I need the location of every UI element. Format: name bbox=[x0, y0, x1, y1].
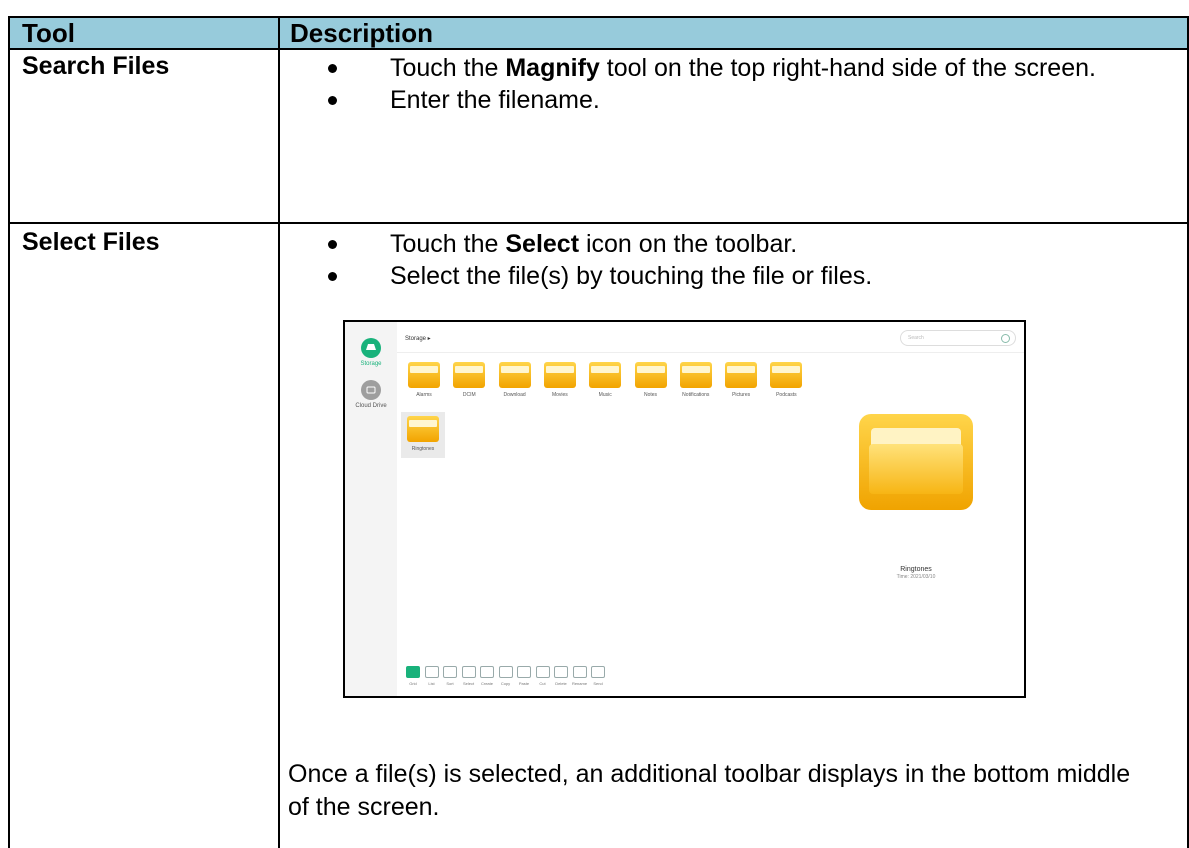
toolbar-copy-button[interactable]: Copy bbox=[496, 666, 516, 686]
folder-label: Notes bbox=[643, 392, 658, 398]
create-icon bbox=[480, 666, 494, 678]
list-item: Enter the filename. bbox=[328, 84, 1096, 116]
toolbar-select-button[interactable]: Select bbox=[459, 666, 479, 686]
bullet-list: Touch the Magnify tool on the top right-… bbox=[328, 52, 1096, 116]
toolbar-rename-button[interactable]: Rename bbox=[570, 666, 590, 686]
folder-label: Movies bbox=[551, 392, 568, 398]
folder-icon bbox=[408, 362, 440, 388]
folder-item[interactable]: Notes bbox=[632, 362, 670, 398]
selection-note: Once a file(s) is selected, an additiona… bbox=[288, 760, 1131, 821]
preview-time: Time: 2021/03/10 bbox=[896, 574, 936, 580]
toolbar-label: Paste bbox=[518, 681, 530, 686]
toolbar-send-button[interactable]: Send bbox=[588, 666, 608, 686]
list-icon bbox=[424, 666, 439, 678]
folder-icon bbox=[679, 362, 712, 388]
column-divider bbox=[278, 18, 280, 848]
table-header-row: Tool Description bbox=[10, 18, 1187, 50]
sort-icon bbox=[443, 666, 457, 678]
paste-icon bbox=[517, 666, 531, 678]
toolbar-label: Create bbox=[480, 681, 493, 686]
folder-label: Music bbox=[598, 392, 612, 398]
select-icon bbox=[461, 666, 476, 678]
rename-icon bbox=[572, 666, 587, 678]
toolbar-label: Select bbox=[462, 681, 475, 686]
tool-name: Search Files bbox=[22, 52, 170, 80]
list-item: Touch the Magnify tool on the top right-… bbox=[328, 52, 1096, 84]
cloud-drive-icon bbox=[361, 380, 381, 400]
send-icon bbox=[591, 666, 605, 678]
folder-icon bbox=[725, 362, 758, 388]
sidebar: Storage Cloud Drive bbox=[345, 322, 397, 696]
folder-icon bbox=[634, 362, 667, 388]
preview-name: Ringtones bbox=[900, 566, 932, 573]
folder-preview-icon bbox=[859, 414, 973, 510]
toolbar-label: Delete bbox=[555, 681, 567, 686]
folder-label: Download bbox=[503, 392, 526, 398]
grid-icon bbox=[406, 666, 420, 678]
header-tool: Tool bbox=[22, 18, 75, 48]
toolbar-label: Rename bbox=[571, 681, 588, 686]
folder-item[interactable]: Movies bbox=[541, 362, 579, 398]
list-item: Select the file(s) by touching the file … bbox=[328, 260, 872, 292]
folder-label: Podcasts bbox=[776, 392, 797, 398]
list-item: Touch the Select icon on the toolbar. bbox=[328, 228, 872, 260]
folder-icon bbox=[407, 416, 439, 442]
toolbar-grid-button[interactable]: Grid bbox=[403, 666, 423, 686]
sidebar-item-cloud-drive[interactable]: Cloud Drive bbox=[345, 380, 397, 409]
cut-icon bbox=[535, 666, 550, 678]
sidebar-item-storage[interactable]: Storage bbox=[345, 338, 397, 367]
toolbar-label: List bbox=[428, 681, 435, 686]
toolbar-cut-button[interactable]: Cut bbox=[533, 666, 553, 686]
folder-item[interactable]: Pictures bbox=[722, 362, 760, 398]
toolbar-label: Cut bbox=[539, 681, 546, 686]
toolbar-label: Send bbox=[593, 681, 603, 686]
folder-item[interactable]: Music bbox=[586, 362, 624, 398]
bottom-toolbar: Grid List Sort Select Create Copy Paste Cut Dele… bbox=[397, 660, 1024, 696]
folder-item[interactable]: Ringtones bbox=[401, 412, 445, 458]
folder-item[interactable]: Alarms bbox=[405, 362, 443, 398]
folder-label: DCIM bbox=[462, 392, 476, 398]
search-icon[interactable] bbox=[1001, 334, 1010, 343]
folder-icon bbox=[543, 362, 576, 388]
folder-label: Pictures bbox=[732, 392, 751, 398]
breadcrumb[interactable]: Storage ▸ bbox=[405, 335, 431, 342]
folder-icon bbox=[589, 362, 622, 388]
divider bbox=[397, 352, 1024, 353]
file-manager-screenshot: Storage Cloud Drive Storage ▸ Search Ala… bbox=[343, 320, 1026, 698]
folder-label: Ringtones bbox=[411, 446, 435, 452]
toolbar-paste-button[interactable]: Paste bbox=[514, 666, 534, 686]
toolbar-delete-button[interactable]: Delete bbox=[551, 666, 571, 686]
folder-icon bbox=[498, 362, 531, 388]
folder-item[interactable]: DCIM bbox=[450, 362, 488, 398]
toolbar-label: Copy bbox=[500, 681, 511, 686]
tool-name: Select Files bbox=[22, 228, 160, 256]
folder-label: Alarms bbox=[416, 392, 432, 398]
folder-item[interactable]: Notifications bbox=[677, 362, 715, 398]
folder-item[interactable]: Podcasts bbox=[767, 362, 805, 398]
copy-icon bbox=[498, 666, 513, 678]
toolbar-label: Sort bbox=[446, 681, 454, 686]
bullet-list: Touch the Select icon on the toolbar. Se… bbox=[328, 228, 872, 292]
toolbar-label: Grid bbox=[409, 681, 417, 686]
folder-item[interactable]: Download bbox=[496, 362, 534, 398]
folder-icon bbox=[770, 362, 803, 388]
table-row-search-files: Search Files Touch the Magnify tool on t… bbox=[10, 50, 1187, 224]
folder-icon bbox=[453, 362, 486, 388]
delete-icon bbox=[554, 666, 568, 678]
toolbar-sort-button[interactable]: Sort bbox=[440, 666, 460, 686]
header-description: Description bbox=[290, 18, 434, 48]
toolbar-list-button[interactable]: List bbox=[422, 666, 442, 686]
toolbar-create-button[interactable]: Create bbox=[477, 666, 497, 686]
search-input[interactable]: Search bbox=[900, 330, 1016, 346]
storage-icon bbox=[361, 338, 381, 358]
folder-label: Notifications bbox=[682, 392, 710, 398]
